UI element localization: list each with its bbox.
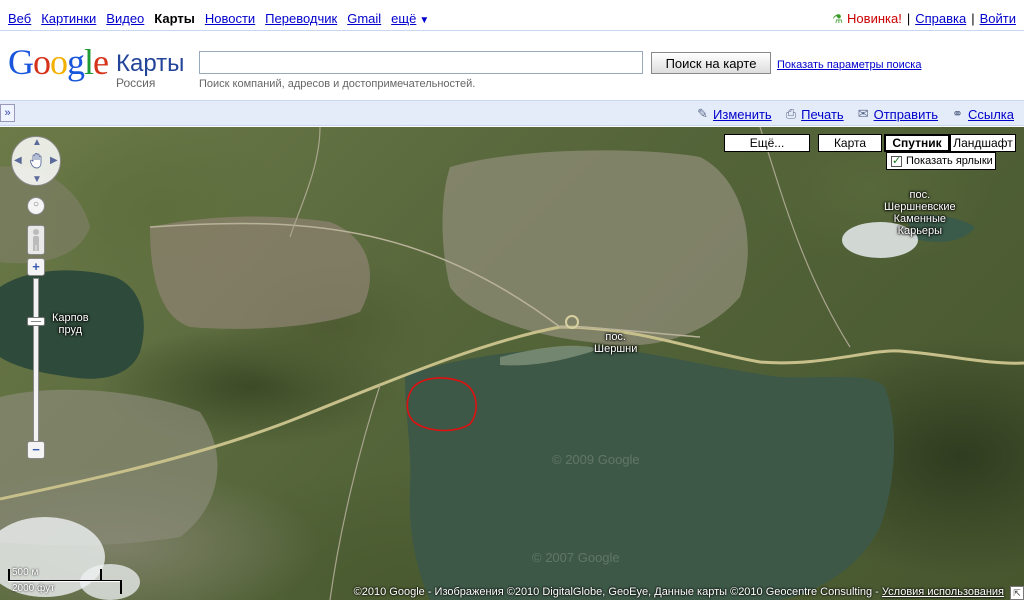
- map-type-more-button[interactable]: Ещё...: [724, 134, 810, 152]
- pegman-figure-icon[interactable]: [28, 226, 44, 254]
- link-link[interactable]: Ссылка: [968, 107, 1014, 122]
- pan-control[interactable]: ▲ ▼ ◀ ▶: [11, 136, 61, 186]
- edit-action[interactable]: ✎ Изменить: [697, 106, 772, 122]
- imagery-watermark: © 2009 Google: [552, 452, 640, 467]
- show-labels-toggle[interactable]: Показать ярлыки: [886, 152, 996, 170]
- local-road: [759, 127, 851, 348]
- satellite-map[interactable]: © 2009 Google © 2007 Google Карпов пруд …: [0, 127, 1024, 600]
- scale-metric-label: 500 м: [12, 567, 39, 578]
- scale-bar: [8, 580, 122, 582]
- toolbar-actions: ✎ Изменить ⎙ Печать ✉ Отправить ⚭ Ссылка: [697, 106, 1014, 122]
- map-scale: 500 м 2000 фут: [8, 566, 124, 596]
- pencil-icon[interactable]: ✎: [697, 106, 708, 122]
- copyright-text: ©2010 Google - Изображения ©2010 Digital…: [353, 586, 882, 598]
- map-copyright: ©2010 Google - Изображения ©2010 Digital…: [354, 586, 1004, 598]
- print-link[interactable]: Печать: [801, 107, 844, 122]
- pan-down-icon[interactable]: ▼: [32, 174, 42, 185]
- zoom-slider-handle[interactable]: [27, 317, 45, 326]
- chevron-down-icon[interactable]: ▼: [419, 15, 429, 26]
- nav-more-label[interactable]: ещё: [391, 11, 416, 26]
- google-products-nav: Веб Картинки Видео Карты Новости Перевод…: [8, 11, 429, 26]
- show-search-options-link[interactable]: Показать параметры поиска: [777, 59, 921, 71]
- labs-flask-icon: ⚗: [832, 11, 844, 26]
- show-labels-checkbox[interactable]: [891, 154, 902, 167]
- top-navigation-bar: Веб Картинки Видео Карты Новости Перевод…: [0, 0, 1024, 34]
- expand-corner-icon[interactable]: ⇱: [1010, 586, 1024, 600]
- place-label-shershni: пос. Шершни: [594, 331, 638, 355]
- scale-imperial-label: 2000 фут: [12, 583, 55, 594]
- nav-maps-active: Карты: [154, 11, 195, 26]
- logo-letter: e: [93, 42, 109, 82]
- nav-images[interactable]: Картинки: [41, 11, 96, 26]
- divider: |: [906, 11, 911, 26]
- new-features-link[interactable]: Новинка!: [847, 11, 902, 26]
- place-label-karery: пос. Шершневские Каменные Карьеры: [884, 189, 956, 237]
- show-labels-text: Показать ярлыки: [906, 155, 993, 167]
- zoom-slider-track[interactable]: [33, 278, 39, 446]
- map-toolbar: » ✎ Изменить ⎙ Печать ✉ Отправить ⚭ Ссыл…: [0, 100, 1024, 126]
- local-road: [329, 384, 381, 600]
- google-maps-logo[interactable]: Google Карты: [8, 44, 184, 84]
- divider: [0, 30, 1024, 31]
- map-type-satellite-button[interactable]: Спутник: [884, 134, 950, 152]
- nav-more[interactable]: ещё ▼: [391, 11, 429, 26]
- logo-letter: G: [8, 42, 34, 82]
- logo-letter: g: [67, 42, 85, 82]
- map-type-terrain-button[interactable]: Ландшафт: [950, 134, 1016, 152]
- map-type-map-button[interactable]: Карта: [818, 134, 882, 152]
- search-map-button[interactable]: Поиск на карте: [651, 52, 771, 74]
- search-input[interactable]: [199, 51, 643, 74]
- pan-right-icon[interactable]: ▶: [50, 155, 58, 166]
- imagery-watermark: © 2007 Google: [532, 550, 620, 565]
- envelope-icon[interactable]: ✉: [858, 106, 869, 122]
- chain-link-icon[interactable]: ⚭: [952, 106, 963, 122]
- edit-link[interactable]: Изменить: [713, 107, 772, 122]
- scale-tick: [100, 569, 102, 581]
- lake-water: [405, 346, 895, 600]
- logo-letter: o: [50, 42, 68, 82]
- pan-left-icon[interactable]: ◀: [14, 155, 22, 166]
- pan-up-icon[interactable]: ▲: [32, 137, 42, 148]
- link-action[interactable]: ⚭ Ссылка: [952, 106, 1014, 122]
- scale-tick: [8, 569, 10, 581]
- nav-translate[interactable]: Переводчик: [265, 11, 337, 26]
- hand-drag-icon[interactable]: [29, 152, 45, 170]
- send-action[interactable]: ✉ Отправить: [858, 106, 938, 122]
- logo-google-text: Google: [8, 42, 109, 82]
- sign-in-link[interactable]: Войти: [980, 11, 1016, 26]
- top-right-links: ⚗ Новинка! | Справка | Войти: [832, 11, 1016, 26]
- satellite-imagery: [0, 127, 1024, 600]
- logo-region-text: Россия: [116, 76, 156, 90]
- terms-of-use-link[interactable]: Условия использования: [882, 586, 1004, 598]
- print-action[interactable]: ⎙ Печать: [786, 106, 844, 122]
- divider: |: [971, 11, 975, 26]
- scale-tick: [120, 580, 122, 594]
- street-view-pegman-icon[interactable]: [27, 225, 45, 255]
- printer-icon[interactable]: ⎙: [786, 106, 796, 122]
- logo-letter: l: [84, 42, 94, 82]
- zoom-in-button[interactable]: +: [27, 258, 45, 276]
- nav-web[interactable]: Веб: [8, 11, 31, 26]
- place-label-karpov-pond: Карпов пруд: [52, 312, 89, 336]
- side-panel-toggle-button[interactable]: »: [0, 104, 15, 122]
- settlement-west: [150, 216, 370, 329]
- nav-news[interactable]: Новости: [205, 11, 255, 26]
- return-to-result-button[interactable]: ○: [27, 197, 45, 215]
- nav-video[interactable]: Видео: [106, 11, 144, 26]
- logo-letter: o: [33, 42, 51, 82]
- logo-maps-text: Карты: [116, 50, 185, 77]
- zoom-out-button[interactable]: −: [27, 441, 45, 459]
- search-hint-text: Поиск компаний, адресов и достопримечате…: [199, 78, 476, 90]
- nav-gmail[interactable]: Gmail: [347, 11, 381, 26]
- send-link[interactable]: Отправить: [874, 107, 938, 122]
- help-link[interactable]: Справка: [915, 11, 966, 26]
- settlement-shershni: [442, 150, 748, 346]
